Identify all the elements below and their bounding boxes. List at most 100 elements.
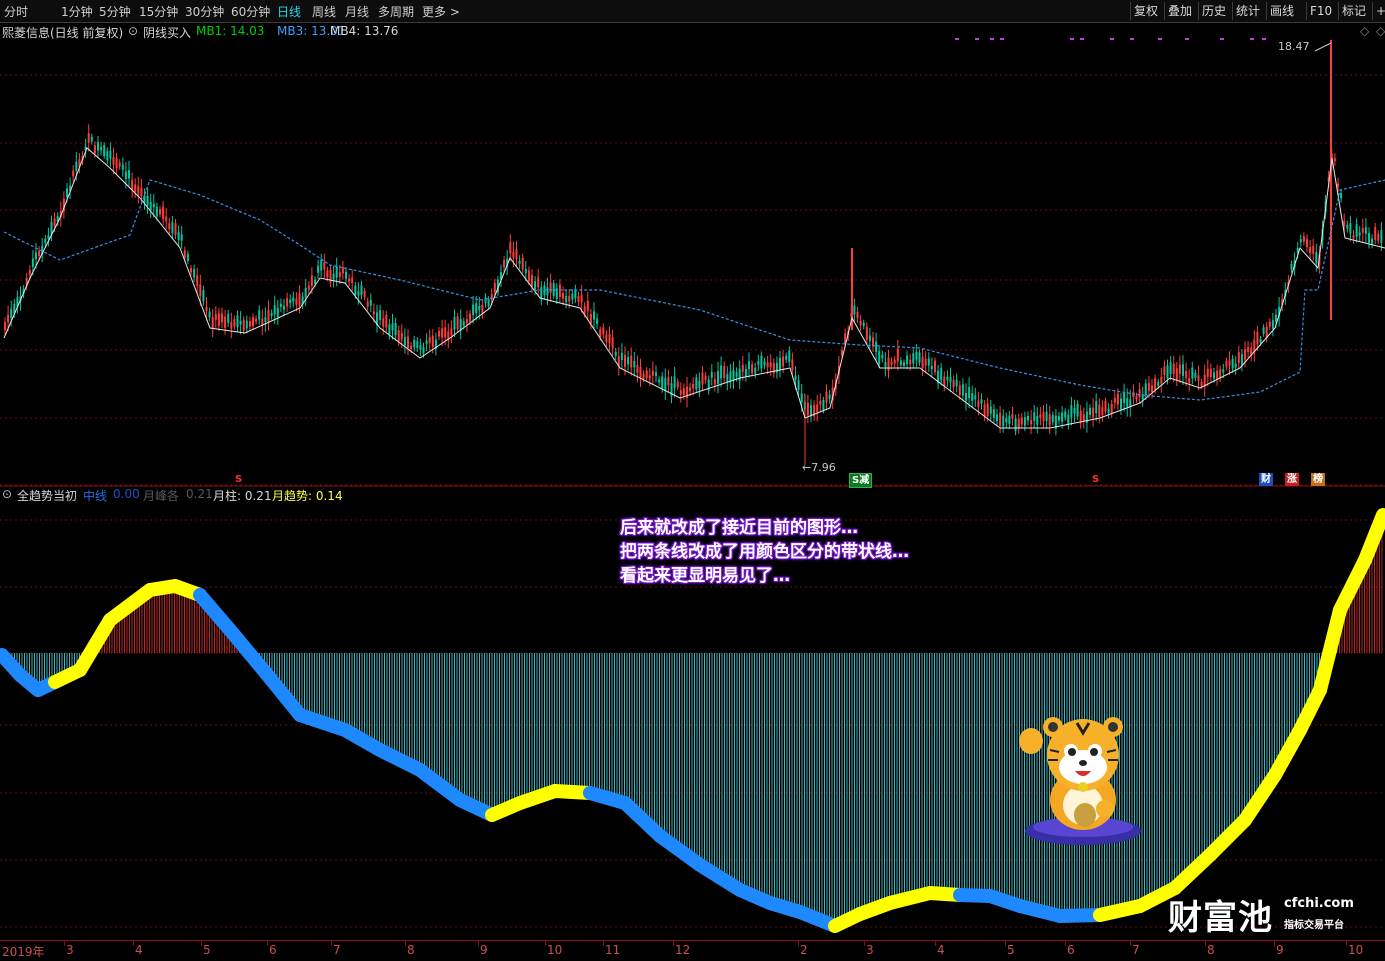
candle: [630, 355, 633, 368]
axis-label: 7: [1132, 943, 1140, 957]
candle: [1302, 236, 1305, 242]
candle: [531, 275, 533, 287]
candle: [558, 284, 561, 297]
candle: [893, 359, 896, 364]
candle: [221, 313, 223, 323]
watermark-site: cfchi.com: [1284, 896, 1354, 911]
candle: [4, 322, 6, 331]
candle: [1256, 331, 1259, 345]
candle: [1178, 364, 1181, 374]
axis-tick: [405, 941, 406, 946]
candle: [258, 310, 261, 320]
candle: [28, 269, 31, 275]
candle: [927, 358, 930, 366]
candle: [289, 299, 292, 304]
candle: [428, 336, 431, 344]
indicator-collapse-icon[interactable]: ⊙: [2, 487, 12, 501]
candle: [577, 295, 580, 302]
candle: [332, 273, 335, 280]
signal-dot: [1185, 38, 1189, 40]
candle: [571, 293, 574, 300]
candle: [673, 376, 676, 388]
candle: [441, 328, 444, 338]
candle: [1070, 405, 1073, 418]
candle: [124, 171, 127, 179]
candle: [131, 180, 134, 190]
axis-label: 4: [937, 943, 945, 957]
candle: [534, 281, 537, 290]
candle: [1166, 365, 1169, 379]
candle: [1160, 376, 1163, 384]
candle: [723, 365, 726, 379]
candle: [620, 352, 623, 361]
candle: [1101, 406, 1104, 416]
indicator-panel-name[interactable]: 全趋势当初: [17, 487, 77, 504]
candle: [413, 339, 416, 348]
candle: [1194, 373, 1197, 378]
candle: [903, 362, 905, 366]
candle: [825, 391, 828, 403]
candle: [326, 270, 329, 278]
candle: [168, 223, 171, 230]
signal-dot: [955, 38, 959, 40]
candle: [357, 291, 360, 296]
candle: [162, 206, 165, 220]
candle: [651, 370, 654, 376]
candle: [1008, 415, 1011, 425]
candle: [425, 340, 428, 345]
candle: [1076, 403, 1079, 417]
candle: [992, 409, 995, 418]
tiger-mascot: [1015, 705, 1150, 850]
candle: [183, 250, 186, 258]
trend-band-segment: [1268, 723, 1307, 782]
candle: [363, 291, 366, 298]
candle: [968, 387, 971, 399]
candle: [1361, 228, 1364, 233]
axis-label: 10: [547, 943, 563, 957]
candle: [896, 348, 899, 362]
axis-tick: [1130, 941, 1131, 946]
candle: [1290, 264, 1293, 270]
candle: [159, 209, 161, 215]
candle: [741, 364, 744, 372]
candle: [1048, 414, 1051, 426]
candle: [521, 257, 524, 270]
candle: [1200, 382, 1203, 387]
candle: [1228, 360, 1231, 366]
candle: [934, 360, 936, 373]
candle: [636, 365, 639, 373]
limit-up-badge: 涨: [1285, 473, 1299, 486]
candle: [1002, 415, 1005, 427]
candle: [958, 385, 961, 396]
annotation-line: 看起来更显明易见了…: [620, 566, 790, 586]
candle: [1377, 233, 1380, 241]
candle: [1275, 314, 1277, 322]
candle: [1216, 370, 1219, 380]
candle: [205, 306, 208, 312]
axis-label: 8: [1207, 943, 1215, 957]
candle: [146, 195, 149, 206]
candle: [757, 361, 760, 365]
candle: [115, 158, 118, 169]
candle: [252, 317, 254, 327]
candle: [304, 287, 307, 298]
axis-label: 2019年: [2, 945, 45, 959]
axis-tick: [798, 941, 799, 946]
rank-badge: 榜: [1311, 473, 1325, 486]
candle: [955, 379, 958, 387]
time-axis: 2019年 3 4 5 6 7 8 9 10 11 12 2 3 4 5 6 7…: [0, 940, 1385, 961]
candle: [965, 393, 967, 401]
candle: [1268, 321, 1271, 327]
candle: [1172, 364, 1175, 374]
finance-badge: 财: [1259, 473, 1273, 486]
candle: [760, 355, 763, 369]
candle: [952, 379, 955, 388]
axis-label: 5: [1007, 943, 1015, 957]
candle: [1225, 361, 1228, 367]
candle: [732, 370, 735, 381]
candle: [478, 305, 481, 311]
candle: [1163, 366, 1166, 376]
candle: [121, 164, 124, 170]
trend-value: 月趋势: 0.14: [272, 489, 343, 503]
ma-short-line: [3, 147, 1385, 429]
